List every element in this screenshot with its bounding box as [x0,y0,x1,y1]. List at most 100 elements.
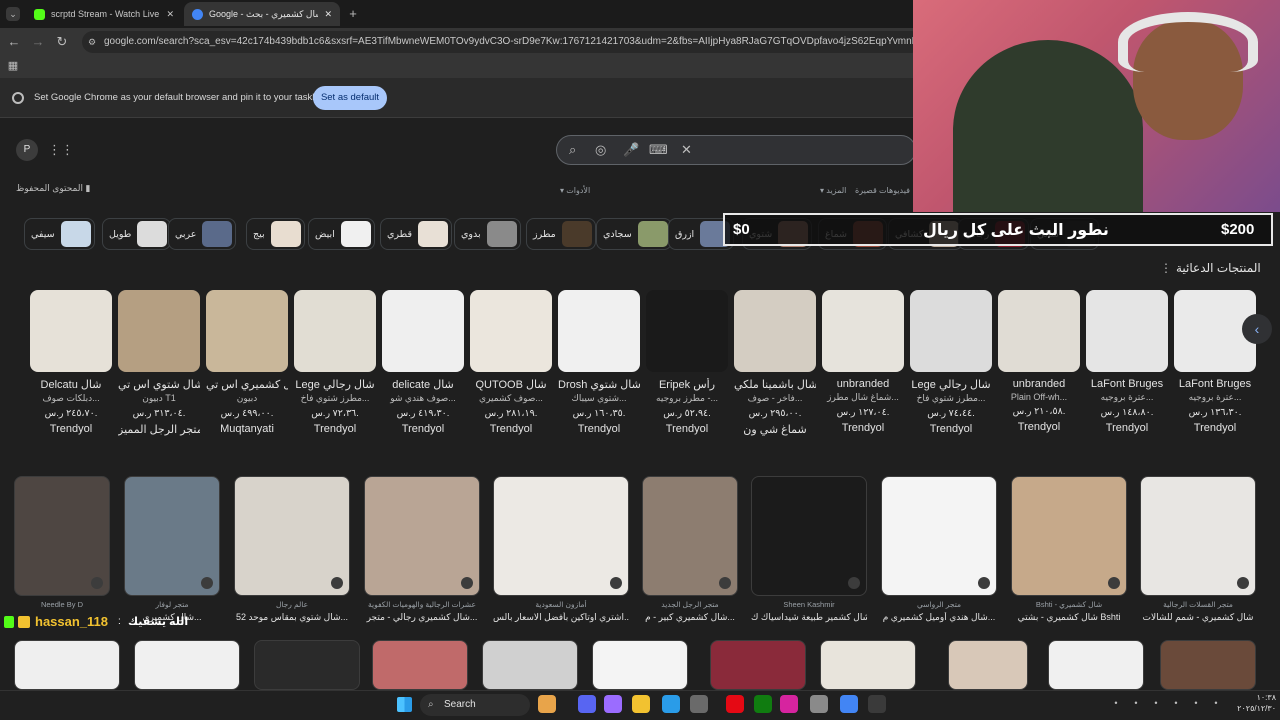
carousel-prev-button[interactable]: ‹ [1242,314,1272,344]
back-icon[interactable]: ← [6,34,22,49]
forward-icon[interactable]: → [30,34,46,49]
image-result[interactable] [820,640,916,690]
image-source[interactable]: متجر لوفار [124,600,220,609]
set-as-default-button[interactable]: Set as default [313,86,387,110]
product-card[interactable]: delicate شال صوف هندي شو... ٤١٩،٣٠ ر.س. Tre… [382,290,464,450]
file-explorer-icon[interactable] [632,695,650,713]
image-result[interactable] [948,640,1028,690]
image-source[interactable]: عالم رجال [234,600,350,609]
apps-icon[interactable]: ▦ [6,59,20,72]
search-input[interactable]: ⌕ ◎ 🎤 ⌨ ✕ [556,135,916,165]
taskbar-search[interactable]: ⌕ Search [420,694,530,716]
image-result[interactable] [482,640,578,690]
image-source[interactable]: Sheen Kashmir [751,600,867,609]
image-source[interactable]: متجر القسلات الرجالية [1140,600,1256,609]
image-title[interactable]: شال كشميري كبير - م... [642,612,738,623]
image-source[interactable]: Bshti - شال كشميري [1011,600,1127,609]
filter-chip[interactable]: مطرز [526,218,596,250]
xbox-icon[interactable] [754,695,772,713]
lunch-widget-icon[interactable] [538,695,556,713]
wifi-icon[interactable]: • [1130,698,1142,710]
short-videos-tab[interactable]: فيديوهات قصيرة [855,186,910,195]
product-card[interactable]: Delcatu شال دبلكات صوف... ٢٤٥،٧٠ ر.س. Trend… [30,290,112,450]
lens-icon[interactable]: ◎ [595,142,606,158]
image-source[interactable]: أمازون السعودية [493,600,629,609]
image-result[interactable] [14,640,120,690]
filter-chip[interactable]: طويل [102,218,172,250]
product-card[interactable]: LaFont Bruges عترة بروجيه... ١٤٨،٨٠ ر.س. Tr… [1086,290,1168,450]
product-card[interactable]: Eripek رأس مطرز بروجيه -... ٥٢،٩٤ ر.س. Tren… [646,290,728,450]
image-result[interactable] [592,640,688,690]
filter-chip[interactable]: بيج [246,218,305,250]
image-result[interactable] [642,476,738,596]
tab-google-search[interactable]: Google - شال كشميري - بحث ✕ [184,2,340,26]
product-card[interactable]: LaFont Bruges عترة بروجيه... ١٣٦،٣٠ ر.س. Tr… [1174,290,1256,450]
product-card[interactable]: Lege شال رجالي مطرز شتوي فاخ... ٧٢،٣٦ ر.س.… [294,290,376,450]
image-result[interactable] [234,476,350,596]
image-source[interactable]: عشرات الرجالية والهوميات الكفوية [364,600,480,609]
product-card[interactable]: شال شتوي اس تي دبيون T1 ٣١٣،٠٤ ر.س. متجر ال… [118,290,200,450]
keyboard-icon[interactable]: ⌨ [649,142,668,158]
image-result[interactable] [134,640,240,690]
image-result[interactable] [364,476,480,596]
product-card[interactable]: unbranded Plain Off-wh... ٢١٠،٥٨ ر.س. Trend… [998,290,1080,450]
netflix-icon[interactable] [726,695,744,713]
image-title[interactable]: شال هندي أوميل كشميري م... [881,612,997,623]
product-card[interactable]: QUTOOB شال صوف كشميري... ٢٨١،١٩ ر.س. Trendy… [470,290,552,450]
image-result[interactable] [1140,476,1256,596]
product-card[interactable]: Lege شال رجالي مطرز شتوي فاخ... ٧٤،٤٤ ر.س.… [910,290,992,450]
image-title[interactable]: شال كشميري - بشتي Bshti [1011,612,1127,623]
filter-chip[interactable]: قطري [380,218,453,250]
windows-start-icon[interactable] [397,697,412,712]
filter-chip[interactable]: سيفي [24,218,95,250]
image-source[interactable]: متجر الرجل الجديد [642,600,738,609]
image-result[interactable] [14,476,110,596]
product-card[interactable]: شال باشمينا ملكي فاخر - صوف... ٢٩٥،٠٠ ر.س.… [734,290,816,450]
saved-content-link[interactable]: المحتوى المحفوظ ▮ [16,183,90,194]
image-result[interactable] [751,476,867,596]
reload-icon[interactable]: ↻ [54,34,70,50]
image-result[interactable] [372,640,468,690]
image-title[interactable]: شال كشميري - شمم للشالات [1140,612,1256,623]
image-result[interactable] [124,476,220,596]
filter-chip[interactable]: سجادي [596,218,672,250]
image-title[interactable]: شال كشمير طبيعة شيداسياك ك... [751,612,867,623]
game-icon[interactable] [868,695,886,713]
filter-chip[interactable]: عربي [168,218,237,250]
image-result[interactable] [1011,476,1127,596]
discord-icon[interactable] [578,695,596,713]
tab-search-icon[interactable]: ⌄ [6,7,20,21]
new-tab-icon[interactable]: + [345,6,361,21]
chevron-up-icon[interactable]: • [1110,698,1122,710]
google-apps-icon[interactable]: ⋮⋮ [48,142,74,158]
more-button[interactable]: ▾ المزيد [820,186,846,195]
image-result[interactable] [493,476,629,596]
address-bar[interactable]: ⚙ google.com/search?sca_esv=42c174b439bd… [82,31,922,53]
close-icon[interactable]: ✕ [681,142,692,158]
filter-chip[interactable]: ابيض [308,218,375,250]
battery-icon[interactable]: • [1170,698,1182,710]
image-source[interactable]: Needle By D [14,600,110,609]
tools-button[interactable]: ▾ الأدوات [560,186,590,195]
store-icon[interactable] [662,695,680,713]
mic-icon[interactable]: 🎤 [623,142,639,158]
close-icon[interactable]: ✕ [324,9,332,20]
taskbar-clock[interactable]: ١٠:٣٨ ٢٠٢٥/١٢/٣٠ [1232,692,1276,714]
settings-icon[interactable] [810,695,828,713]
image-result[interactable] [881,476,997,596]
task-view-icon[interactable] [690,695,708,713]
image-result[interactable] [254,640,360,690]
tab-kick-stream[interactable]: scrptd Stream - Watch Live on K ✕ [26,2,182,26]
copilot-icon[interactable] [604,695,622,713]
language-icon[interactable]: • [1210,698,1222,710]
more-vert-icon[interactable]: ⋮ [1160,261,1172,275]
image-source[interactable]: متجر الرواسي [881,600,997,609]
filter-chip[interactable]: بدوي [454,218,521,250]
image-result[interactable] [1048,640,1144,690]
product-card[interactable]: unbranded شماغ شال مطرز... ١٢٧،٠٤ ر.س. Tren… [822,290,904,450]
image-result[interactable] [710,640,806,690]
image-result[interactable] [1160,640,1256,690]
avatar[interactable]: P [16,139,38,161]
volume-icon[interactable]: • [1150,698,1162,710]
close-icon[interactable]: ✕ [166,9,174,20]
